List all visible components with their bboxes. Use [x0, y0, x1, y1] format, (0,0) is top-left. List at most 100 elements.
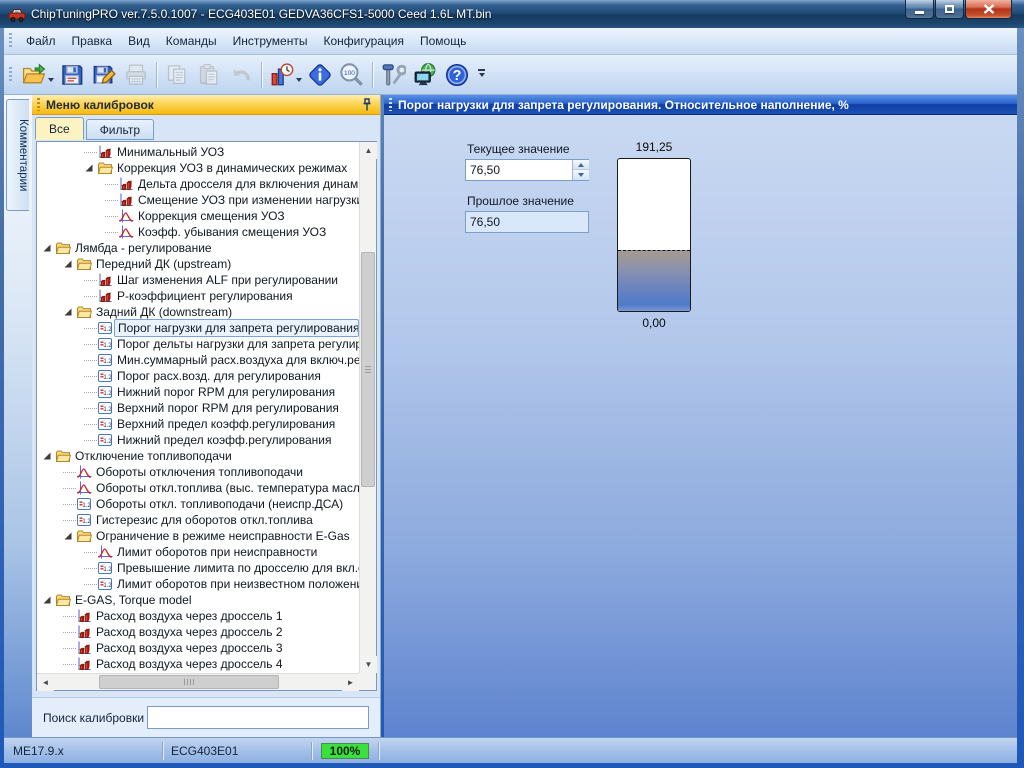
calibration-search-row: Поиск калибровки: [32, 697, 380, 737]
svg-text:1.2: 1.2: [103, 327, 112, 333]
tree-item[interactable]: Передний ДК (upstream): [37, 256, 359, 272]
tools-button[interactable]: [377, 59, 409, 91]
tree-item[interactable]: Лямбда - регулирование: [37, 240, 359, 256]
tree-item[interactable]: 1.2 Нижний предел коэфф.регулирования: [37, 432, 359, 448]
tree-item[interactable]: 1.2 Нижний порог RPM для регулирования: [37, 384, 359, 400]
tree-item[interactable]: Смещение УОЗ при изменении нагрузки (от: [37, 192, 359, 208]
tree-item[interactable]: Лимит оборотов при неисправности: [37, 544, 359, 560]
scroll-right-icon[interactable]: ►: [342, 674, 359, 691]
tab-filter[interactable]: Фильтр: [85, 119, 154, 140]
window-title: ChipTuningPRO ver.7.5.0.1007 - ECG403E01…: [31, 7, 492, 21]
tree-item[interactable]: Отключение топливоподачи: [37, 448, 359, 464]
expand-arrow-icon[interactable]: [63, 307, 76, 317]
menu-item-6[interactable]: Помощь: [412, 30, 474, 52]
calibration-panel-title: Меню калибровок: [46, 97, 154, 112]
tree-item-label: Лямбда - регулирование: [75, 241, 212, 255]
calibration-tabs: Все Фильтр: [35, 117, 156, 140]
tree-item-label: Верхний порог RPM для регулирования: [117, 401, 339, 415]
tree-item[interactable]: 1.2 Верхний порог RPM для регулирования: [37, 400, 359, 416]
tree-item[interactable]: 1.2 Верхний предел коэфф.регулирования: [37, 416, 359, 432]
network-button[interactable]: [409, 59, 441, 91]
scroll-up-icon[interactable]: ▲: [360, 142, 377, 159]
expand-arrow-icon[interactable]: [42, 243, 55, 253]
comments-tab[interactable]: Комментарии: [6, 99, 29, 211]
tree-item[interactable]: Обороты откл.топлива (выс. температура м…: [37, 480, 359, 496]
pin-icon[interactable]: [360, 98, 374, 112]
search-input[interactable]: [147, 706, 369, 729]
expand-arrow-icon[interactable]: [63, 531, 76, 541]
tree-item[interactable]: 1.2 Превышение лимита по дросселю для вкл…: [37, 560, 359, 576]
panel-grip[interactable]: [389, 98, 392, 111]
tree-item[interactable]: Коррекция смещения УОЗ: [37, 208, 359, 224]
tab-all[interactable]: Все: [35, 117, 84, 140]
zoom-button[interactable]: 100: [336, 59, 368, 91]
tree-item[interactable]: Дельта дросселя для включения динамич.к: [37, 176, 359, 192]
tree-item-label: Гистерезис для оборотов откл.топлива: [96, 513, 313, 527]
menu-item-4[interactable]: Инструменты: [225, 30, 316, 52]
info-button[interactable]: [304, 59, 336, 91]
tree-item[interactable]: 1.2 Порог нагрузки для запрета регулирова…: [37, 319, 359, 337]
tree-item[interactable]: 1.2 Порог расх.возд. для регулирования: [37, 368, 359, 384]
scrollbar-thumb[interactable]: [361, 252, 375, 487]
detail-panel-header: Порог нагрузки для запрета регулирования…: [384, 95, 1017, 115]
expand-arrow-icon[interactable]: [84, 163, 97, 173]
spin-up-button[interactable]: [573, 160, 589, 170]
spin-down-button[interactable]: [573, 170, 589, 180]
tree-item[interactable]: Расход воздуха через дроссель 2: [37, 624, 359, 640]
scroll-down-icon[interactable]: ▼: [360, 656, 377, 673]
menu-item-3[interactable]: Команды: [158, 30, 225, 52]
expand-arrow-icon[interactable]: [42, 451, 55, 461]
tree-item[interactable]: 1.2 Гистерезис для оборотов откл.топлива: [37, 512, 359, 528]
tree-item[interactable]: 1.2 Лимит оборотов при неизвестном положе…: [37, 576, 359, 592]
tree-item[interactable]: Минимальный УОЗ: [37, 144, 359, 160]
expand-arrow-icon[interactable]: [42, 595, 55, 605]
tree-item[interactable]: Расход воздуха через дроссель 3: [37, 640, 359, 656]
tree-item[interactable]: Р-коэффициент регулирования: [37, 288, 359, 304]
tree-item[interactable]: 1.2 Мин.суммарный расх.воздуха для включ.…: [37, 352, 359, 368]
menu-item-5[interactable]: Конфигурация: [315, 30, 412, 52]
curve-icon: [76, 464, 93, 480]
menu-grip[interactable]: [9, 33, 12, 49]
tree-item[interactable]: Расход воздуха через дроссель 4: [37, 656, 359, 672]
charts-button[interactable]: [266, 59, 298, 91]
tree-vertical-scrollbar[interactable]: ▲ ▼: [359, 142, 377, 673]
tree-connector: [84, 392, 97, 393]
open-file-button[interactable]: [18, 59, 50, 91]
toolbar-overflow-button[interactable]: [475, 62, 488, 88]
tree-item[interactable]: Коррекция УОЗ в динамических режимах: [37, 160, 359, 176]
toolbar-grip[interactable]: [9, 66, 12, 83]
tree-item[interactable]: Ограничение в режиме неисправности E-Gas: [37, 528, 359, 544]
help-button[interactable]: ?: [441, 59, 473, 91]
open-dropdown-caret[interactable]: [48, 78, 54, 85]
minimize-button[interactable]: [905, 0, 934, 19]
menu-item-0[interactable]: Файл: [18, 30, 64, 52]
save-button[interactable]: [56, 59, 88, 91]
tree-item[interactable]: Задний ДК (downstream): [37, 304, 359, 320]
expand-arrow-icon[interactable]: [63, 259, 76, 269]
charts-dropdown-caret[interactable]: [296, 78, 302, 85]
toolbar-separator: [372, 61, 373, 88]
tree-item[interactable]: Обороты отключения топливоподачи: [37, 464, 359, 480]
panel-grip[interactable]: [37, 98, 40, 111]
close-button[interactable]: [965, 0, 1012, 19]
tree-item-label: Коэфф. убывания смещения УОЗ: [138, 225, 327, 239]
tree-item[interactable]: Шаг изменения ALF при регулировании: [37, 272, 359, 288]
tree-item-label: Коррекция смещения УОЗ: [138, 209, 285, 223]
maximize-button[interactable]: [935, 0, 964, 19]
tree-horizontal-scrollbar[interactable]: ◄ ►: [37, 673, 359, 691]
current-value-input[interactable]: [466, 160, 570, 180]
scrollbar-thumb[interactable]: [99, 675, 279, 689]
tree-item-label: Расход воздуха через дроссель 2: [96, 625, 283, 639]
tree-item[interactable]: 1.2 Обороты откл. топливоподачи (неиспр.Д…: [37, 496, 359, 512]
tree-item[interactable]: E-GAS, Torque model: [37, 592, 359, 608]
save-as-button[interactable]: [88, 59, 120, 91]
tree-item[interactable]: Расход воздуха через дроссель 1: [37, 608, 359, 624]
tree-item[interactable]: Коэфф. убывания смещения УОЗ: [37, 224, 359, 240]
tree-connector: [84, 328, 97, 329]
tree-connector: [63, 520, 76, 521]
tree-item[interactable]: 1.2 Порог дельты нагрузки для запрета рег…: [37, 336, 359, 352]
menu-item-1[interactable]: Правка: [64, 30, 121, 52]
menu-item-2[interactable]: Вид: [120, 30, 158, 52]
curve-icon: [118, 224, 135, 240]
scroll-left-icon[interactable]: ◄: [37, 674, 54, 691]
